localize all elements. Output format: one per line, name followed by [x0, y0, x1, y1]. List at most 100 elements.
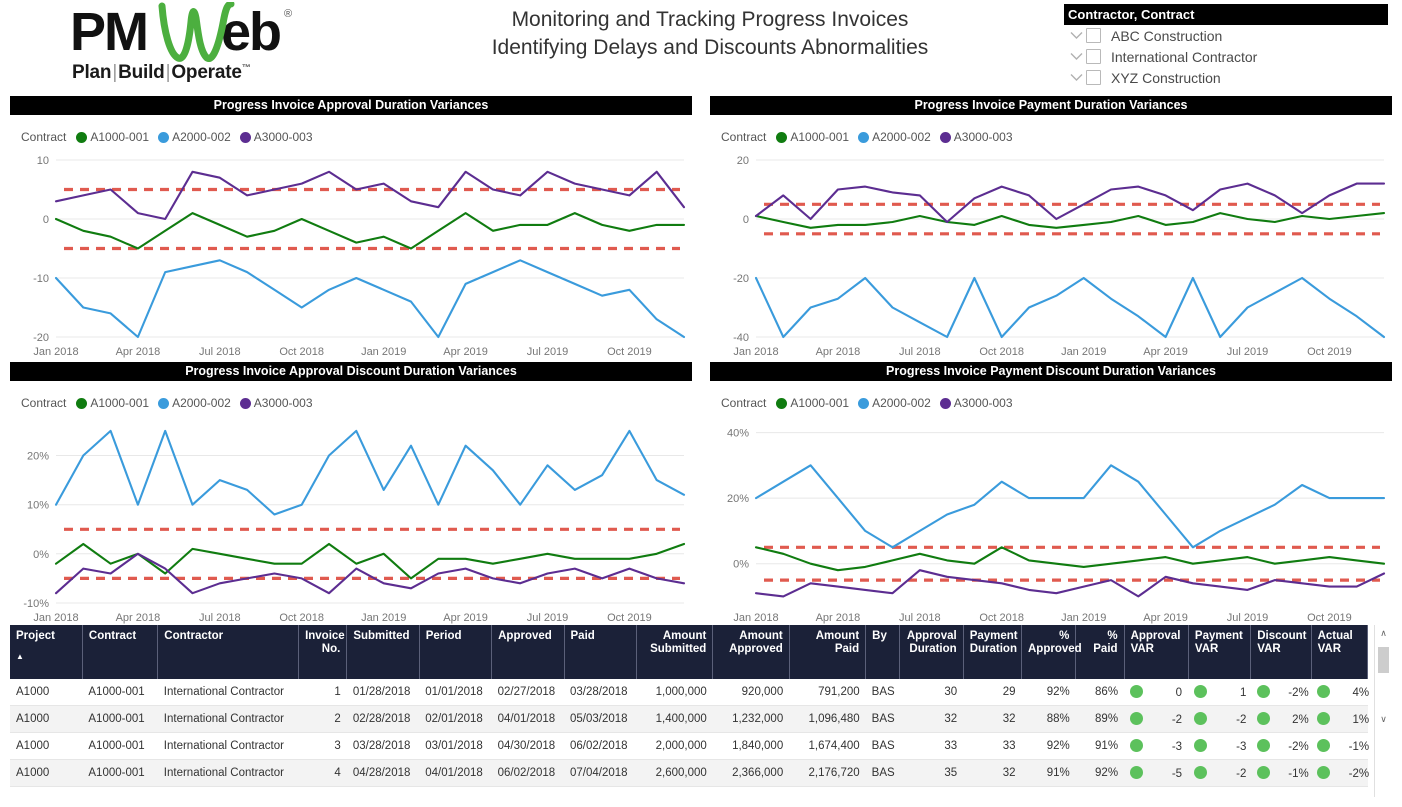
cell-payment-duration: 33 [963, 733, 1021, 760]
table-header-contract[interactable]: Contract [82, 625, 157, 679]
cell-amount-submitted: 1,000,000 [636, 679, 712, 706]
svg-text:Jan 2019: Jan 2019 [1061, 346, 1106, 358]
table-header-approved[interactable]: Approved [492, 625, 564, 679]
scrollbar-thumb[interactable] [1378, 647, 1389, 673]
table-row[interactable]: A1000A1000-001International Contractor10… [10, 679, 1368, 706]
slicer-item-xyz-construction[interactable]: XYZ Construction [1064, 67, 1388, 88]
chevron-down-icon[interactable] [1068, 48, 1086, 66]
svg-text:Oct 2019: Oct 2019 [607, 612, 652, 624]
cell-submitted: 01/28/2018 [347, 679, 419, 706]
legend-item-a3000-003[interactable]: A3000-003 [940, 130, 1013, 144]
chart-title: Progress Invoice Approval Duration Varia… [10, 96, 692, 115]
value-approval-var: 0 [1156, 687, 1182, 699]
legend-item-a1000-001[interactable]: A1000-001 [776, 396, 849, 410]
chart-plot-area[interactable]: 20%10%0%-10%Jan 2018Apr 2018Jul 2018Oct … [10, 414, 692, 629]
legend-dot-a1000-001 [776, 398, 787, 409]
cell-contractor: International Contractor [158, 733, 299, 760]
table-row[interactable]: A1000A1000-001International Contractor20… [10, 706, 1368, 733]
legend-item-a3000-003[interactable]: A3000-003 [240, 130, 313, 144]
table-header-project[interactable]: Project▲ [10, 625, 82, 679]
table-header-by[interactable]: By [866, 625, 900, 679]
table-header-invoice-no[interactable]: Invoice No. [299, 625, 347, 679]
table-row[interactable]: A1000A1000-001International Contractor30… [10, 733, 1368, 760]
table-header-payment-duration[interactable]: Payment Duration [963, 625, 1021, 679]
svg-text:Jul 2018: Jul 2018 [899, 346, 941, 358]
legend-item-a2000-002[interactable]: A2000-002 [858, 396, 931, 410]
legend-label-a1000-001: A1000-001 [790, 130, 849, 144]
legend-item-a2000-002[interactable]: A2000-002 [158, 396, 231, 410]
slicer-checkbox-xyz-construction[interactable] [1086, 70, 1101, 85]
legend-dot-a1000-001 [776, 132, 787, 143]
table-header-approval-var[interactable]: Approval VAR [1124, 625, 1188, 679]
legend-item-a3000-003[interactable]: A3000-003 [940, 396, 1013, 410]
table-header-contractor[interactable]: Contractor [158, 625, 299, 679]
svg-text:Apr 2018: Apr 2018 [116, 612, 161, 624]
status-badge-payment-var [1194, 739, 1207, 752]
table-header-amount-approved[interactable]: Amount Approved [713, 625, 789, 679]
table-row[interactable]: A1000A1000-001International Contractor40… [10, 760, 1368, 787]
cell-payment-var: -3 [1188, 733, 1250, 760]
value-approval-var: -5 [1156, 768, 1182, 780]
invoice-data-table[interactable]: Project▲ContractContractorInvoice No.Sub… [10, 625, 1392, 797]
cell-approved: 06/02/2018 [492, 760, 564, 787]
table-header-row: Project▲ContractContractorInvoice No.Sub… [10, 625, 1368, 679]
cell-contractor: International Contractor [158, 679, 299, 706]
chart-plot-area[interactable]: 40%20%0%Jan 2018Apr 2018Jul 2018Oct 2018… [710, 414, 1392, 629]
cell-contract: A1000-001 [82, 733, 157, 760]
legend-dot-a3000-003 [240, 132, 251, 143]
logo-registered-mark: ® [284, 8, 292, 20]
slicer-checkbox-abc-construction[interactable] [1086, 28, 1101, 43]
legend-label-a3000-003: A3000-003 [954, 396, 1013, 410]
legend-item-a1000-001[interactable]: A1000-001 [776, 130, 849, 144]
legend-item-a2000-002[interactable]: A2000-002 [158, 130, 231, 144]
svg-text:Jan 2019: Jan 2019 [361, 346, 406, 358]
slicer-item-abc-construction[interactable]: ABC Construction [1064, 25, 1388, 46]
status-badge-actual-var [1317, 685, 1330, 698]
table-header-amount-paid[interactable]: Amount Paid [789, 625, 865, 679]
tagline-plan: Plan [72, 62, 111, 83]
table-header-amount-submitted[interactable]: Amount Submitted [636, 625, 712, 679]
table-scrollbar[interactable]: ∧ ∨ [1374, 625, 1392, 797]
chevron-down-icon[interactable] [1068, 27, 1086, 45]
svg-text:0%: 0% [33, 549, 49, 561]
chart-plot-area[interactable]: 200-20-40Jan 2018Apr 2018Jul 2018Oct 201… [710, 148, 1392, 363]
slicer-checkbox-international-contractor[interactable] [1086, 49, 1101, 64]
chart-plot-area[interactable]: 100-10-20Jan 2018Apr 2018Jul 2018Oct 201… [10, 148, 692, 363]
legend-item-a1000-001[interactable]: A1000-001 [76, 396, 149, 410]
cell-payment-duration: 29 [963, 679, 1021, 706]
svg-text:0: 0 [43, 214, 49, 226]
svg-text:-10%: -10% [23, 598, 49, 610]
slicer-item-international-contractor[interactable]: International Contractor [1064, 46, 1388, 67]
legend-item-a3000-003[interactable]: A3000-003 [240, 396, 313, 410]
legend-item-a1000-001[interactable]: A1000-001 [76, 130, 149, 144]
status-badge-actual-var [1317, 739, 1330, 752]
table-header-approval-duration[interactable]: Approval Duration [900, 625, 963, 679]
legend-item-a2000-002[interactable]: A2000-002 [858, 130, 931, 144]
table-header-submitted[interactable]: Submitted [347, 625, 419, 679]
chevron-down-icon[interactable] [1068, 69, 1086, 87]
cell-pct-approved: 88% [1022, 706, 1076, 733]
table-header-paid[interactable]: Paid [564, 625, 636, 679]
value-actual-var: -1% [1343, 741, 1369, 753]
logo-wordmark: PMeb ® [70, 6, 320, 62]
cell-actual-var: -1% [1311, 733, 1367, 760]
cell-payment-duration: 32 [963, 706, 1021, 733]
table-header-approved[interactable]: % Approved [1022, 625, 1076, 679]
table-header-period[interactable]: Period [419, 625, 491, 679]
svg-text:20: 20 [737, 155, 749, 167]
scroll-down-arrow-icon[interactable]: ∨ [1375, 711, 1392, 728]
legend-label-a1000-001: A1000-001 [790, 396, 849, 410]
legend-title: Contract [721, 396, 766, 410]
value-payment-var: -2 [1220, 714, 1246, 726]
status-badge-discount-var [1257, 766, 1270, 779]
table-header-discount-var[interactable]: Discount VAR [1251, 625, 1311, 679]
svg-text:Apr 2019: Apr 2019 [1143, 612, 1188, 624]
scroll-up-arrow-icon[interactable]: ∧ [1375, 625, 1392, 642]
table-header-paid[interactable]: % Paid [1076, 625, 1124, 679]
cell-by: BAS [866, 733, 900, 760]
table-header-actual-var[interactable]: Actual VAR [1311, 625, 1367, 679]
cell-invoice-no: 2 [299, 706, 347, 733]
table-header-payment-var[interactable]: Payment VAR [1188, 625, 1250, 679]
legend-title: Contract [721, 130, 766, 144]
legend-label-a2000-002: A2000-002 [872, 130, 931, 144]
